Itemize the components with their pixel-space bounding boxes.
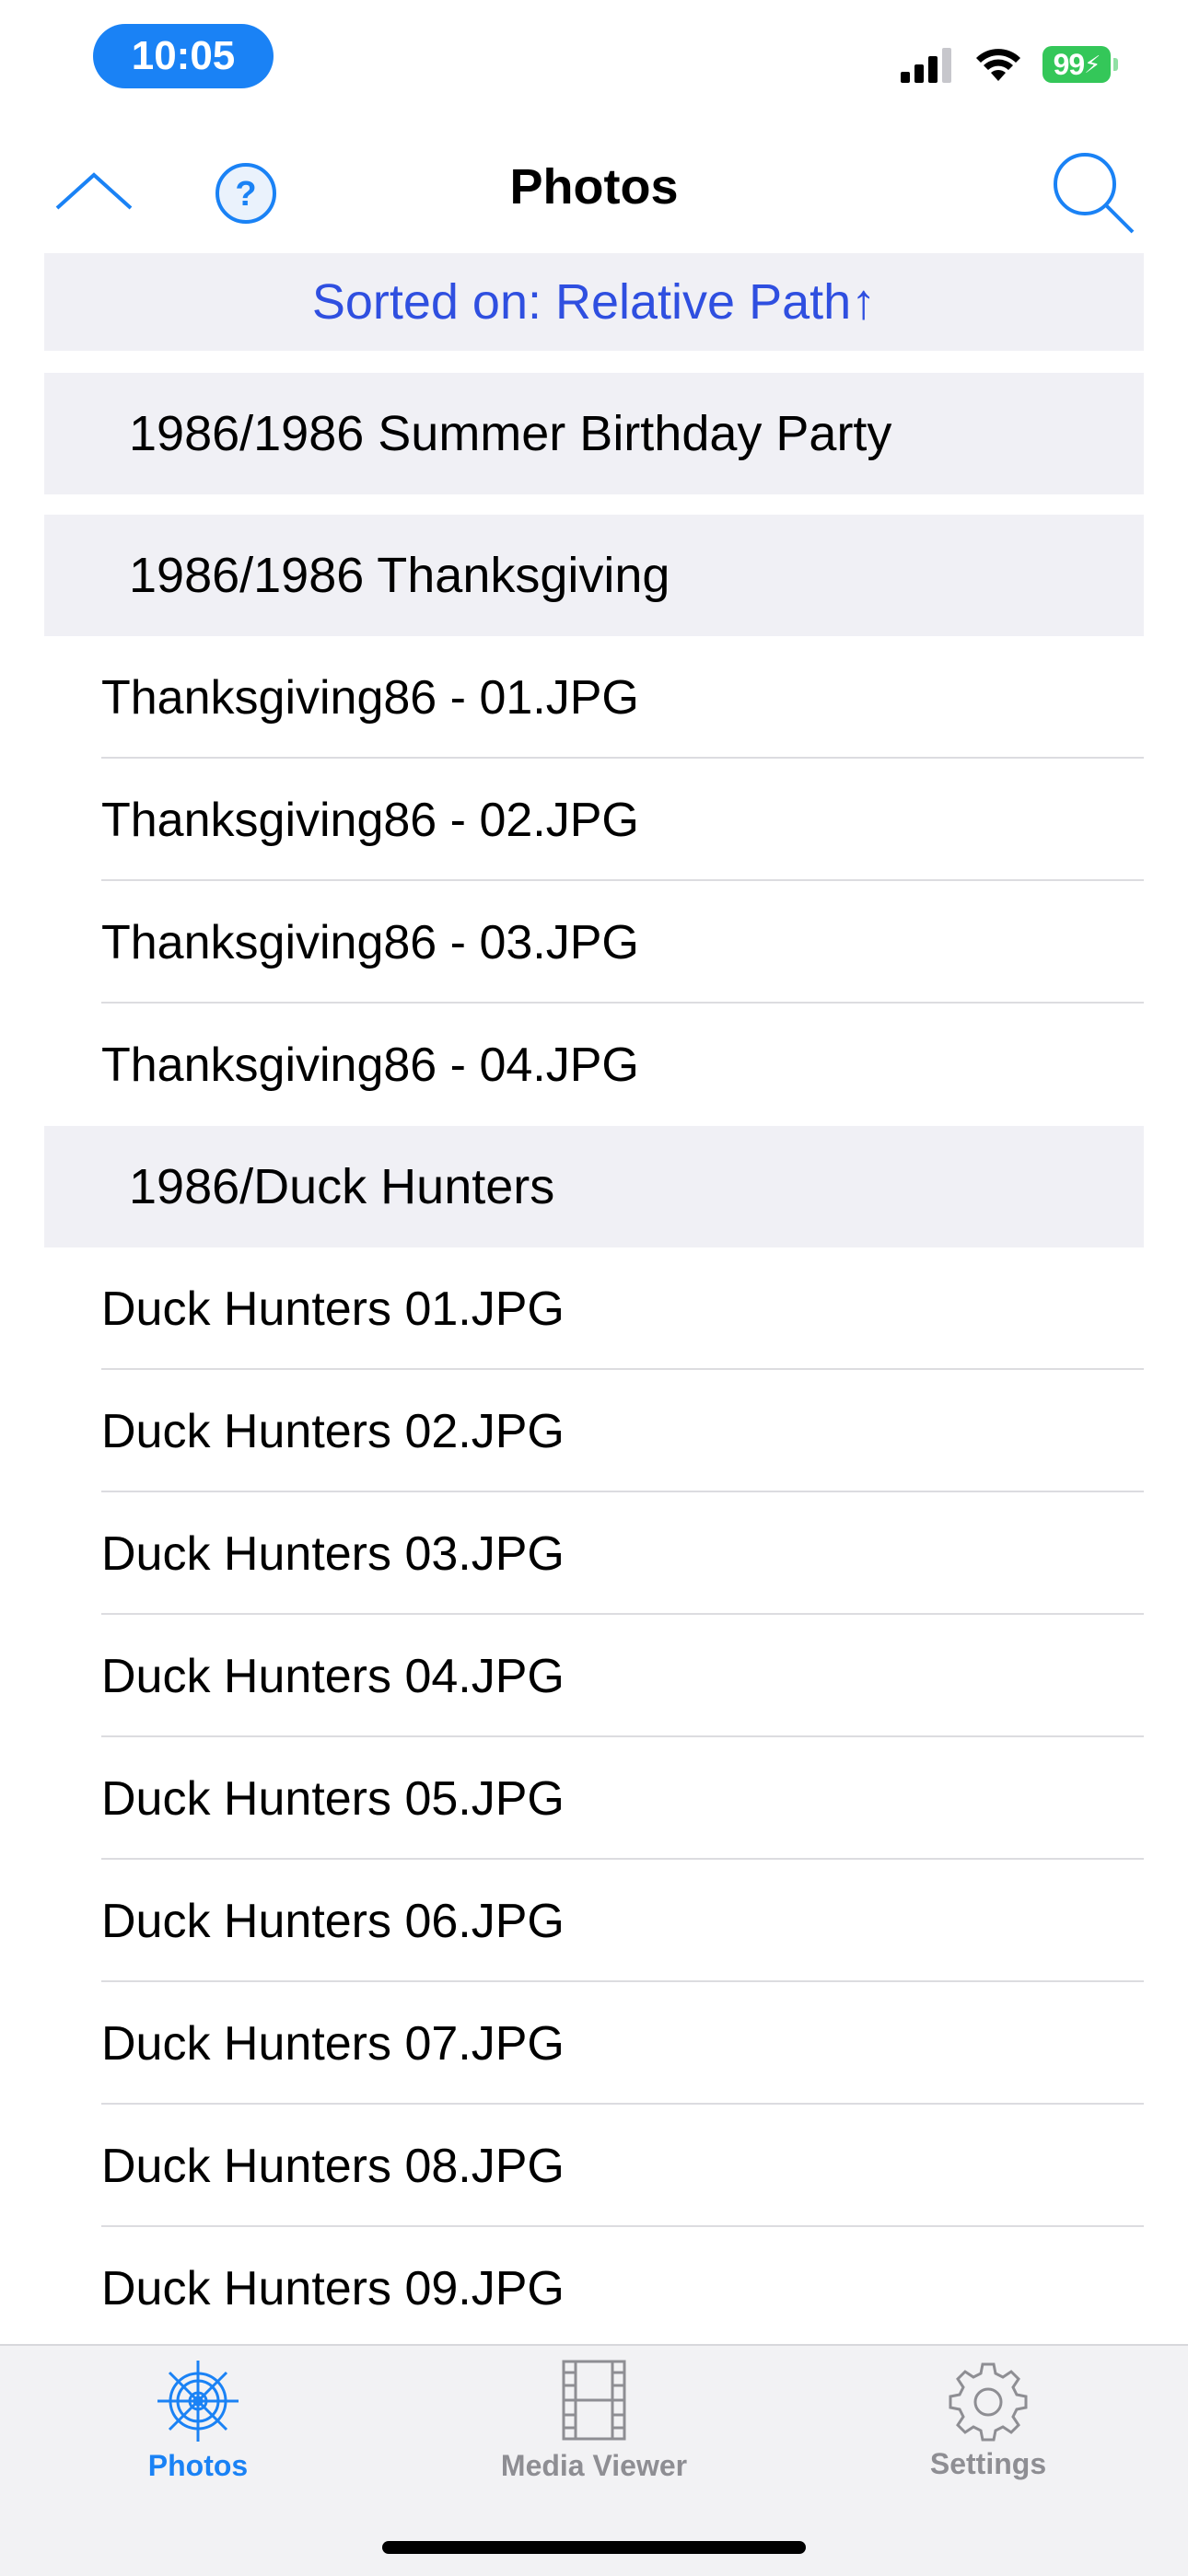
list-item[interactable]: Duck Hunters 04.JPG [44,1615,1144,1737]
sort-order-button[interactable]: Sorted on: Relative Path↑ [44,253,1144,351]
list-item[interactable]: Thanksgiving86 - 02.JPG [44,759,1144,881]
list-item[interactable]: Duck Hunters 06.JPG [44,1860,1144,1982]
list-item[interactable]: Thanksgiving86 - 01.JPG [44,636,1144,759]
battery-level: 99 [1053,47,1086,81]
gear-icon [949,2362,1028,2442]
wifi-icon [976,49,1020,81]
list-item[interactable]: Duck Hunters 01.JPG [44,1247,1144,1370]
list-item[interactable]: Duck Hunters 03.JPG [44,1492,1144,1615]
list-item[interactable]: Duck Hunters 08.JPG [44,2105,1144,2227]
list-item[interactable]: Thanksgiving86 - 03.JPG [44,881,1144,1004]
list-item[interactable]: Duck Hunters 05.JPG [44,1737,1144,1860]
list-item[interactable]: Duck Hunters 02.JPG [44,1370,1144,1492]
search-icon[interactable] [1052,151,1136,236]
tab-settings[interactable]: Settings [850,2346,1126,2481]
section-header[interactable]: 1986/Duck Hunters [44,1126,1144,1247]
cellular-signal-icon [901,48,951,83]
page-title: Photos [509,159,679,215]
section-header[interactable]: 1986/1986 Summer Birthday Party [44,373,1144,494]
list-item[interactable]: Duck Hunters 09.JPG [44,2227,1144,2350]
ship-wheel-icon [157,2361,239,2442]
status-time: 10:05 [93,24,274,88]
photo-list: 1986/1986 Summer Birthday Party 1986/198… [44,373,1144,2350]
tab-photos[interactable]: Photos [60,2346,336,2483]
tab-label: Photos [147,2449,249,2482]
home-indicator[interactable] [382,2541,806,2554]
status-bar: 10:05 99 ⚡ [0,0,1188,120]
list-item[interactable]: Duck Hunters 07.JPG [44,1982,1144,2105]
navigation-bar: ? Photos [0,120,1188,258]
tab-label: Settings [929,2447,1047,2480]
section-header[interactable]: 1986/1986 Thanksgiving [44,515,1144,636]
battery-icon: 99 ⚡ [1042,46,1118,83]
tab-media-viewer[interactable]: Media Viewer [456,2346,732,2483]
tab-label: Media Viewer [500,2449,688,2482]
list-item[interactable]: Thanksgiving86 - 04.JPG [44,1004,1144,1126]
film-strip-icon [562,2360,626,2441]
status-icons: 99 ⚡ [901,41,1118,87]
